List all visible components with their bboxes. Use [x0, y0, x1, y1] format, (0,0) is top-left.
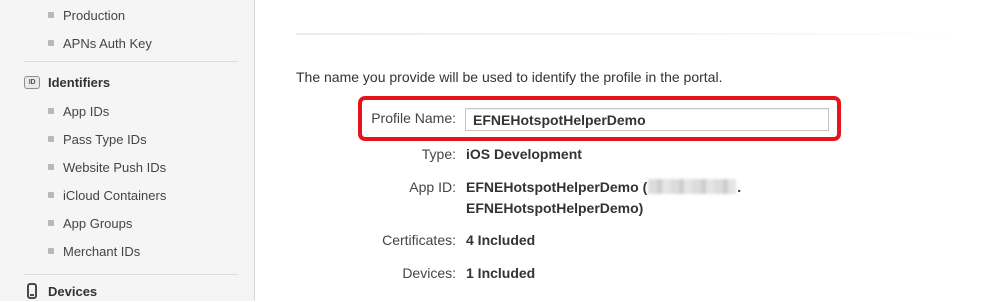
app-id-label: App ID: [409, 179, 456, 195]
sidebar-item-label: Pass Type IDs [63, 131, 147, 147]
bullet-icon [48, 248, 54, 254]
bullet-icon [48, 136, 54, 142]
devices-value: 1 Included [466, 265, 536, 281]
sidebar-item-pass-type-ids[interactable]: Pass Type IDs [48, 129, 147, 149]
sidebar-item-label: App IDs [63, 103, 110, 119]
sidebar-item-website-push-ids[interactable]: Website Push IDs [48, 157, 166, 177]
intro-text: The name you provide will be used to ide… [296, 69, 723, 85]
sidebar: Production APNs Auth Key ID Identifiers … [0, 0, 255, 301]
type-label: Type: [421, 146, 456, 162]
sidebar-item-label: iCloud Containers [63, 187, 167, 203]
section-divider [296, 33, 961, 35]
bullet-icon [48, 220, 54, 226]
sidebar-item-production[interactable]: Production [48, 5, 125, 25]
sidebar-item-label: App Groups [63, 215, 133, 231]
sidebar-item-label: Merchant IDs [63, 243, 141, 259]
app-id-name: EFNEHotspotHelperDemo ( [466, 179, 648, 195]
app-id-separator: . [737, 179, 742, 195]
sidebar-item-app-groups[interactable]: App Groups [48, 213, 132, 233]
sidebar-section-label: Devices [48, 283, 98, 299]
type-value: iOS Development [466, 146, 582, 162]
app-id-value: EFNEHotspotHelperDemo (. [466, 179, 741, 195]
redacted-team-id [648, 179, 737, 194]
app-id-bundle: EFNEHotspotHelperDemo) [466, 200, 644, 216]
bullet-icon [48, 12, 54, 18]
bullet-icon [48, 164, 54, 170]
certificates-label: Certificates: [382, 232, 456, 248]
sidebar-item-label: Production [63, 7, 126, 23]
main-content: The name you provide will be used to ide… [256, 0, 1001, 301]
sidebar-divider [24, 61, 238, 62]
sidebar-item-label: Website Push IDs [63, 159, 167, 175]
sidebar-item-app-ids[interactable]: App IDs [48, 101, 109, 121]
sidebar-divider [24, 274, 238, 275]
sidebar-item-label: APNs Auth Key [63, 35, 152, 51]
bullet-icon [48, 192, 54, 198]
devices-label: Devices: [402, 265, 456, 281]
iphone-icon [27, 283, 37, 299]
sidebar-item-apns-auth-key[interactable]: APNs Auth Key [48, 33, 152, 53]
certificates-value: 4 Included [466, 232, 536, 248]
id-card-icon: ID [24, 75, 40, 89]
profile-name-label: Profile Name: [371, 110, 456, 126]
sidebar-section-devices[interactable]: Devices [24, 280, 97, 302]
bullet-icon [48, 40, 54, 46]
sidebar-section-identifiers[interactable]: ID Identifiers [24, 71, 110, 93]
sidebar-item-icloud-containers[interactable]: iCloud Containers [48, 185, 166, 205]
profile-name-input[interactable] [465, 108, 829, 131]
sidebar-section-label: Identifiers [48, 74, 111, 90]
sidebar-item-merchant-ids[interactable]: Merchant IDs [48, 241, 140, 261]
bullet-icon [48, 108, 54, 114]
